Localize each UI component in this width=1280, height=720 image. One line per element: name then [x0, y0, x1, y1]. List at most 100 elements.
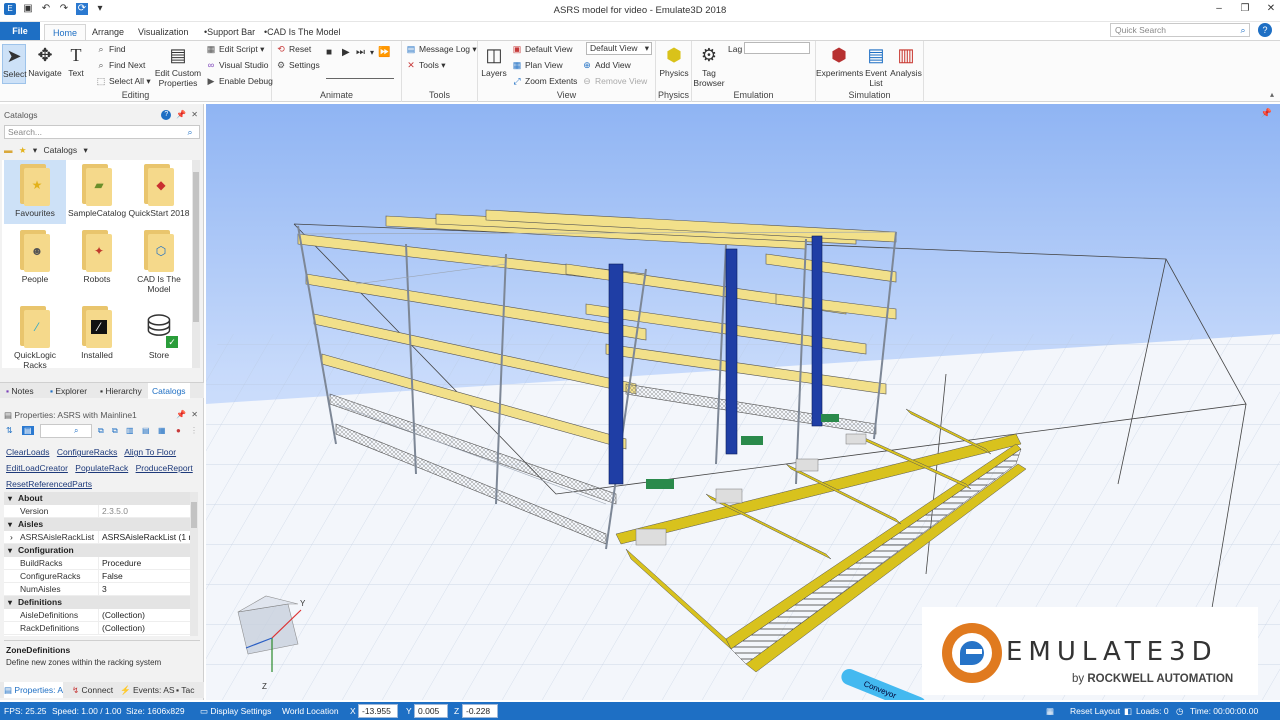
folder-icon[interactable]: ▬ [4, 145, 13, 155]
quick-search-input[interactable]: Quick Search [1110, 23, 1250, 37]
paste-icon[interactable]: ⧉ [112, 426, 118, 436]
catalog-search-input[interactable]: Search... [4, 125, 200, 139]
expand-icon[interactable]: ▥ [126, 426, 134, 435]
zoom-extents-button[interactable]: ⤢ Zoom Extents [512, 76, 577, 87]
experiments-button[interactable]: ⬢ Experiments [816, 44, 863, 78]
find-next-button[interactable]: ⌕ Find Next [96, 60, 145, 71]
close-icon[interactable]: ✕ [191, 108, 198, 122]
property-grid-scrollbar[interactable] [190, 492, 198, 636]
tab-events[interactable]: ⚡ Events: AS [120, 682, 175, 698]
property-row[interactable]: BuildRacks Procedure [4, 557, 190, 570]
tab-tags[interactable]: ▪ Tac [176, 682, 194, 698]
minimize-icon[interactable]: – [1214, 3, 1224, 14]
reset-layout-button[interactable]: Reset Layout [1070, 702, 1120, 720]
layout-icon[interactable]: ▦ [1046, 702, 1054, 720]
catalog-item-samplecatalog[interactable]: ▰ SampleCatalog [66, 160, 128, 224]
tag-browser-button[interactable]: ⚙ Tag Browser [692, 44, 726, 88]
close-icon[interactable]: ✕ [191, 408, 198, 422]
search-icon[interactable]: ⌕ [1236, 23, 1250, 37]
tools-button[interactable]: ✕ Tools ▾ [406, 60, 445, 71]
tab-properties[interactable]: ▤ Properties: A [4, 682, 64, 698]
x-coordinate-field[interactable]: -13.955 m [358, 704, 398, 720]
tab-connect[interactable]: ↯ Connect [72, 682, 113, 698]
scrollbar-thumb[interactable] [193, 172, 199, 322]
select-button[interactable]: ➤ Select [2, 44, 27, 84]
tab-file[interactable]: File [0, 22, 40, 40]
configureracks-link[interactable]: ConfigureRacks [57, 447, 117, 457]
catalog-item-robots[interactable]: ✦ Robots [66, 226, 128, 290]
lag-field[interactable] [744, 42, 810, 54]
navigate-button[interactable]: ✥ Navigate [28, 44, 62, 78]
sort-icon[interactable]: ⇅ [6, 426, 13, 435]
copy-icon[interactable]: ⧉ [98, 426, 104, 436]
physics-button[interactable]: ⬢ Physics [658, 44, 690, 78]
pin-icon[interactable]: 📌 [176, 108, 186, 122]
speed-slider[interactable] [326, 71, 394, 79]
text-button[interactable]: T Text [64, 44, 88, 78]
align-to-floor-link[interactable]: Align To Floor [124, 447, 176, 457]
display-settings-button[interactable]: ▭ Display Settings [200, 702, 271, 720]
populaterack-link[interactable]: PopulateRack [75, 463, 128, 473]
collapse-ribbon-icon[interactable]: ▴ [1270, 90, 1274, 99]
stop-button[interactable]: ■ [326, 47, 332, 58]
list-icon[interactable]: ▦ [158, 426, 166, 435]
enable-debug-button[interactable]: ▶ Enable Debug [206, 76, 273, 87]
catalog-item-quickstart-2018[interactable]: ◆ QuickStart 2018 [128, 160, 190, 224]
chevron-down-icon[interactable]: ▾ [83, 145, 87, 155]
catalog-item-cad-is-the-model[interactable]: ⬡ CAD Is The Model [128, 226, 190, 294]
play-button[interactable]: ▶ [342, 47, 350, 58]
expand-row-icon[interactable]: › [10, 531, 13, 544]
categorized-icon[interactable]: ▤ [22, 426, 34, 435]
search-icon[interactable]: ⌕ [182, 126, 198, 138]
property-row[interactable]: ConfigureRacks False [4, 570, 190, 583]
resetreferencedparts-link[interactable]: ResetReferencedParts [6, 479, 92, 489]
tab-home[interactable]: Home [44, 24, 87, 40]
help-icon[interactable]: ? [1258, 23, 1272, 37]
property-row[interactable]: AisleDefinitions (Collection) [4, 609, 190, 622]
clearloads-link[interactable]: ClearLoads [6, 447, 49, 457]
property-row[interactable]: › ASRSAisleRackList ASRSAisleRackList (1… [4, 531, 190, 544]
chevron-down-icon[interactable]: ▾ [33, 145, 37, 155]
z-coordinate-field[interactable]: -0.228 m [462, 704, 498, 720]
category-configuration[interactable]: Configuration [4, 544, 190, 557]
event-list-button[interactable]: ▤ Event List [862, 44, 890, 88]
step-dropdown-icon[interactable]: ▾ [370, 47, 374, 58]
analysis-button[interactable]: ▥ Analysis [890, 44, 922, 78]
property-row[interactable]: Version 2.3.5.0 [4, 505, 190, 518]
tab-catalogs[interactable]: Catalogs [148, 383, 190, 399]
tab-arrange[interactable]: Arrange [84, 24, 132, 40]
category-aisles[interactable]: Aisles [4, 518, 190, 531]
maximize-icon[interactable]: ❐ [1240, 3, 1250, 14]
layers-button[interactable]: ◫ Layers [480, 44, 508, 78]
speed-readout[interactable]: Speed: 1.00 / 1.00 [52, 702, 121, 720]
tab-notes[interactable]: ▪ Notes [6, 383, 34, 399]
catalog-scrollbar[interactable] [192, 160, 200, 368]
plan-view-button[interactable]: ▦ Plan View [512, 60, 563, 71]
tab-cad-is-the-model[interactable]: •CAD Is The Model [256, 24, 349, 40]
search-icon[interactable]: ⌕ [74, 426, 78, 436]
add-view-button[interactable]: ⊕ Add View [582, 60, 631, 71]
select-all-button[interactable]: ⬚ Select All ▾ [96, 76, 151, 87]
scrollbar-thumb[interactable] [191, 502, 197, 528]
close-icon[interactable]: ✕ [1266, 3, 1276, 14]
reset-button[interactable]: ⟲ Reset [276, 44, 311, 55]
category-definitions[interactable]: Definitions [4, 596, 190, 609]
step-button[interactable]: ⏭ [356, 47, 365, 58]
more-icon[interactable]: ⋮ [190, 426, 198, 435]
tab-explorer[interactable]: ▪ Explorer [50, 383, 87, 399]
breadcrumb-catalogs[interactable]: Catalogs [44, 145, 78, 155]
property-row[interactable]: NumAisles 3 [4, 583, 190, 596]
settings-button[interactable]: ⚙ Settings [276, 60, 320, 71]
catalog-item-favourites[interactable]: ★ Favourites [4, 160, 66, 224]
catalog-item-quicklogic-racks[interactable]: ⁄ QuickLogic Racks [4, 302, 66, 370]
category-about[interactable]: About [4, 492, 190, 505]
y-coordinate-field[interactable]: 0.005 m [414, 704, 448, 720]
catalog-item-people[interactable]: ☻ People [4, 226, 66, 290]
edit-script-button[interactable]: ▦ Edit Script ▾ [206, 44, 265, 55]
property-row[interactable]: RackDefinitions (Collection) [4, 622, 190, 635]
remove-view-button[interactable]: ⊖ Remove View [582, 76, 647, 87]
visual-studio-button[interactable]: ∞ Visual Studio [206, 60, 269, 71]
pin-icon[interactable]: 📌 [1261, 108, 1272, 119]
catalog-item-store[interactable]: ⛁ ✓ Store [128, 302, 190, 366]
fast-forward-button[interactable]: ⏩ [378, 47, 390, 58]
